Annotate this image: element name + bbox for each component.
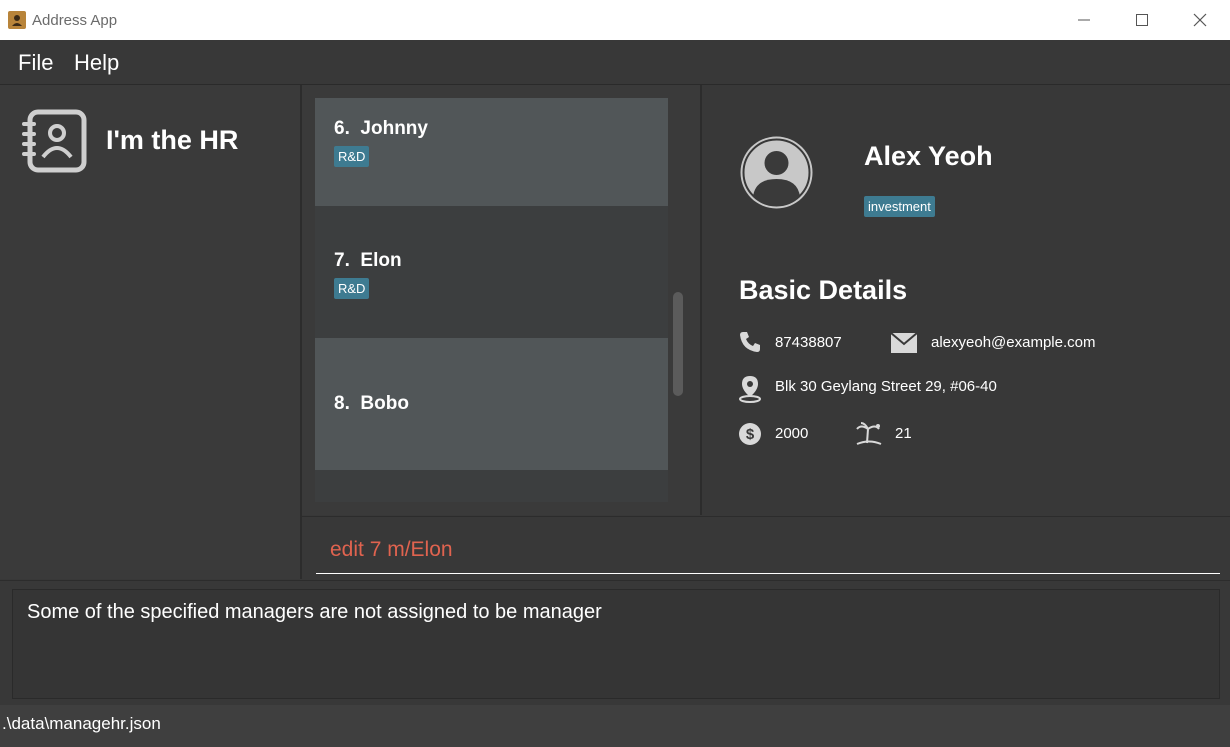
salary-text: 2000 [775,425,809,442]
minimize-icon [1078,19,1090,21]
menu-file[interactable]: File [18,50,53,76]
person-list-panel: 6. Johnny R&D 7. Elon R&D 8. Bobo [302,85,702,515]
person-detail-panel: Alex Yeoh investment Basic Details 87438… [702,85,1230,515]
person-card-elon[interactable]: 7. Elon R&D [315,206,668,338]
person-name: Alex Yeoh [864,141,993,171]
command-panel: edit 7 m/Elon [302,516,1230,580]
contact-book-icon [22,109,88,173]
minimize-button[interactable] [1055,0,1113,40]
app-heading: I'm the HR [106,125,239,155]
save-location-text: .\data\managehr.json [2,714,161,733]
command-input[interactable]: edit 7 m/Elon [316,525,1220,574]
maximize-button[interactable] [1113,0,1171,40]
phone-icon [738,330,762,354]
result-message: Some of the specified managers are not a… [27,601,602,623]
person-card-johnny[interactable]: 6. Johnny R&D [315,98,668,206]
email-text: alexyeoh@example.com [931,334,1096,351]
mail-icon [890,331,918,355]
maximize-icon [1136,14,1148,26]
window-titlebar: Address App [0,0,1230,40]
status-bar: .\data\managehr.json [0,705,1230,747]
menu-bar: File Help [0,40,1230,85]
leave-text: 21 [895,425,912,442]
island-icon [855,421,883,445]
result-panel: Some of the specified managers are not a… [0,580,1230,705]
person-card-name: 6. Johnny [334,118,428,139]
sidebar: I'm the HR [0,85,302,579]
result-display[interactable]: Some of the specified managers are not a… [12,589,1220,699]
person-card-tag: R&D [334,146,370,167]
svg-text:$: $ [746,426,755,443]
person-card-tag: R&D [334,278,370,299]
person-card-name: 7. Elon [334,250,402,271]
list-scrollbar-thumb[interactable] [673,292,683,396]
window-title: Address App [32,12,118,29]
avatar [739,135,814,210]
close-icon [1193,13,1207,27]
basic-details-heading: Basic Details [739,275,908,305]
phone-text: 87438807 [775,334,842,351]
command-text: edit 7 m/Elon [330,538,453,561]
close-button[interactable] [1171,0,1229,40]
app-icon [8,11,26,29]
person-list[interactable]: 6. Johnny R&D 7. Elon R&D 8. Bobo [315,98,668,502]
address-text: Blk 30 Geylang Street 29, #06-40 [775,378,997,395]
location-pin-icon [738,375,762,403]
person-card-bobo[interactable]: 8. Bobo [315,338,668,470]
person-tag: investment [864,196,935,217]
person-card-name: 8. Bobo [334,393,409,414]
menu-help[interactable]: Help [74,50,119,76]
dollar-icon: $ [738,422,762,446]
